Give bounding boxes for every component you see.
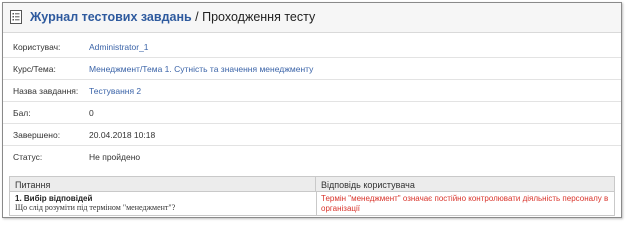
table-row: 1. Вибір відповідей Що слід розуміти під…: [10, 192, 317, 215]
answers-table: Питання Відповідь користувача 1. Вибір в…: [9, 176, 615, 216]
test-result-panel: Журнал тестових завдань / Проходження те…: [2, 2, 622, 218]
score-value: 0: [89, 108, 94, 118]
info-row-course: Курс/Тема: Менеджмент/Тема 1. Сутність т…: [3, 58, 621, 80]
info-row-completed: Завершено: 20.04.2018 10:18: [3, 124, 621, 146]
info-row-task: Назва завдання: Тестування 2: [3, 80, 621, 102]
breadcrumb-separator: /: [191, 10, 203, 24]
page-title: Проходження тесту: [202, 10, 316, 24]
question-column-header: Питання: [10, 177, 316, 192]
status-label: Статус:: [13, 152, 43, 162]
answer-column-header: Відповідь користувача: [316, 177, 614, 192]
completed-label: Завершено:: [13, 130, 61, 140]
score-label: Бал:: [13, 108, 31, 118]
info-row-user: Користувач: Administrator_1: [3, 36, 621, 58]
status-value: Не пройдено: [89, 152, 141, 162]
breadcrumb: Журнал тестових завдань / Проходження те…: [30, 10, 315, 24]
user-link[interactable]: Administrator_1: [89, 42, 149, 52]
result-info: Користувач: Administrator_1 Курс/Тема: М…: [3, 36, 621, 167]
panel-header: Журнал тестових завдань / Проходження те…: [3, 3, 621, 33]
task-name-label: Назва завдання:: [13, 86, 79, 96]
completed-value: 20.04.2018 10:18: [89, 130, 156, 140]
user-label: Користувач:: [13, 42, 61, 52]
user-answer: Термін "менеджмент" означає постійно кон…: [321, 194, 609, 213]
info-row-status: Статус: Не пройдено: [3, 146, 621, 167]
question-title: 1. Вибір відповідей: [15, 194, 93, 203]
course-label: Курс/Тема:: [13, 64, 56, 74]
task-name-link[interactable]: Тестування 2: [89, 86, 141, 96]
course-link[interactable]: Менеджмент/Тема 1. Сутність та значення …: [89, 64, 313, 74]
document-list-icon: [10, 10, 22, 24]
info-row-score: Бал: 0: [3, 102, 621, 124]
breadcrumb-journal-link[interactable]: Журнал тестових завдань: [30, 10, 192, 24]
question-text: Що слід розуміти під терміном "менеджмен…: [15, 203, 176, 212]
